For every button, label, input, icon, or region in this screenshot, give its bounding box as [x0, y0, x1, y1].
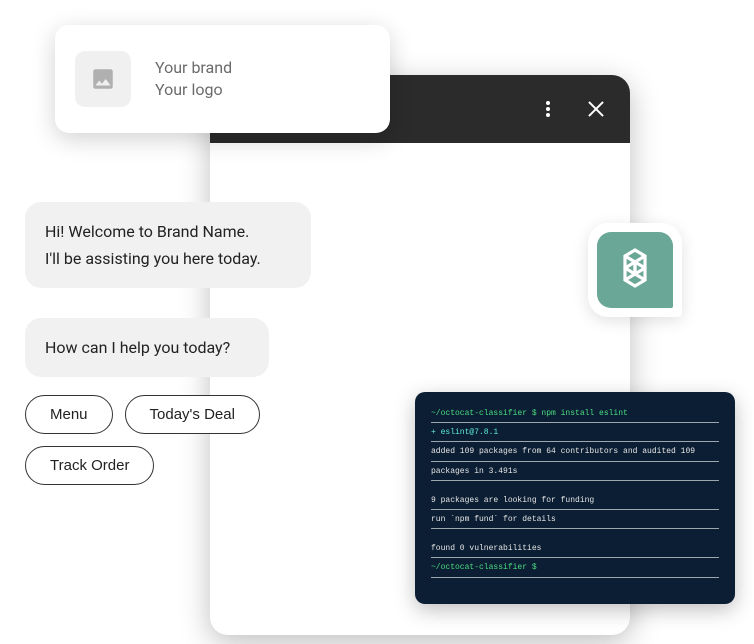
- brand-card: Your brand Your logo: [55, 25, 390, 133]
- header-icons: [538, 99, 606, 119]
- brand-line-1: Your brand: [155, 57, 232, 79]
- terminal-line: [431, 483, 719, 493]
- terminal-line: ~/octocat-classifier $: [431, 560, 719, 577]
- terminal-line: [431, 531, 719, 541]
- followup-text: How can I help you today?: [45, 334, 249, 361]
- terminal-line: 9 packages are looking for funding: [431, 493, 719, 510]
- ai-badge: [588, 223, 682, 317]
- terminal-line: added 109 packages from 64 contributors …: [431, 444, 719, 461]
- terminal-line: found 0 vulnerabilities: [431, 541, 719, 558]
- welcome-line-2: I'll be assisting you here today.: [45, 245, 291, 272]
- brand-line-2: Your logo: [155, 79, 232, 101]
- terminal-line: ~/octocat-classifier $ npm install eslin…: [431, 406, 719, 423]
- terminal-line: packages in 3.491s: [431, 464, 719, 481]
- quick-replies: Menu Today's Deal Track Order: [25, 395, 325, 485]
- track-order-button[interactable]: Track Order: [25, 446, 154, 485]
- followup-bubble: How can I help you today?: [25, 318, 269, 377]
- more-icon[interactable]: [538, 99, 558, 119]
- ai-badge-inner: [597, 232, 673, 308]
- welcome-line-1: Hi! Welcome to Brand Name.: [45, 218, 291, 245]
- logo-placeholder: [75, 51, 131, 107]
- brand-text: Your brand Your logo: [155, 57, 232, 102]
- terminal-line: run `npm fund` for details: [431, 512, 719, 529]
- welcome-bubble: Hi! Welcome to Brand Name. I'll be assis…: [25, 202, 311, 288]
- close-icon[interactable]: [586, 99, 606, 119]
- image-icon: [90, 66, 116, 92]
- menu-button[interactable]: Menu: [25, 395, 113, 434]
- terminal: ~/octocat-classifier $ npm install eslin…: [415, 392, 735, 604]
- terminal-line: + eslint@7.8.1: [431, 425, 719, 442]
- todays-deal-button[interactable]: Today's Deal: [125, 395, 260, 434]
- openai-icon: [611, 244, 659, 296]
